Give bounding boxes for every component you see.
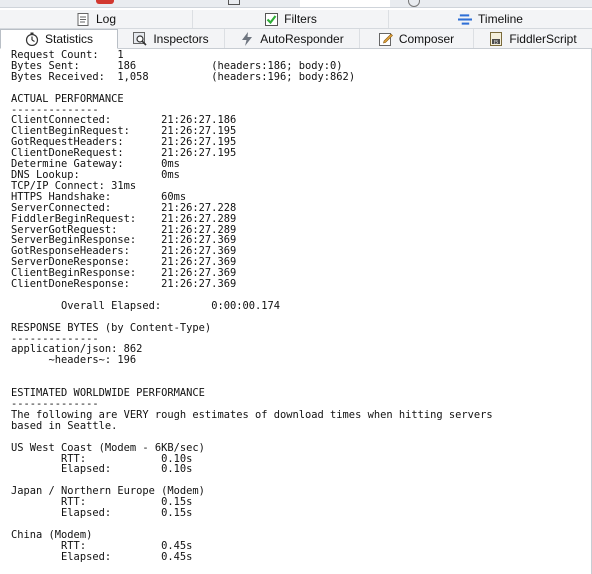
partial-search-box[interactable] (300, 0, 390, 7)
tab-row-bottom: Statistics Inspectors AutoResponder Comp… (0, 29, 592, 49)
tab-label: Timeline (478, 12, 523, 26)
lightning-icon (240, 31, 254, 46)
stopwatch-icon (25, 32, 39, 46)
statistics-panel[interactable]: Request Count: 1 Bytes Sent: 186 (header… (0, 49, 592, 574)
tab-label: Log (95, 12, 117, 26)
tab-label: FiddlerScript (509, 31, 577, 46)
checkbox-checked-icon (264, 12, 278, 26)
svg-text:JS: JS (493, 39, 498, 45)
composer-icon (378, 32, 393, 46)
tab-label: Filters (284, 12, 317, 26)
tab-filters[interactable]: Filters (193, 10, 389, 28)
partial-red-icon (96, 0, 114, 4)
tab-label: Inspectors (153, 31, 209, 46)
previous-toolbar-strip (0, 0, 592, 8)
partial-toolbar-icon (228, 0, 240, 5)
fiddlerscript-icon: JS (489, 31, 503, 46)
tab-log[interactable]: Log (0, 10, 193, 28)
tab-timeline[interactable]: Timeline (389, 10, 592, 28)
partial-circle-icon (408, 0, 420, 7)
statistics-report-text: Request Count: 1 Bytes Sent: 186 (header… (11, 49, 493, 563)
tab-inspectors[interactable]: Inspectors (118, 29, 225, 48)
tab-statistics[interactable]: Statistics (0, 29, 118, 49)
tab-label: AutoResponder (260, 31, 344, 46)
inspectors-icon (133, 31, 147, 46)
tab-fiddlerscript[interactable]: JS FiddlerScript (474, 29, 592, 48)
timeline-icon (458, 12, 473, 26)
tab-label: Composer (398, 31, 455, 46)
log-icon (76, 12, 90, 26)
tab-autoresponder[interactable]: AutoResponder (225, 29, 360, 48)
tab-row-top: Log Filters Timeline (0, 10, 592, 29)
tab-label: Statistics (44, 32, 93, 46)
tab-composer[interactable]: Composer (360, 29, 474, 48)
